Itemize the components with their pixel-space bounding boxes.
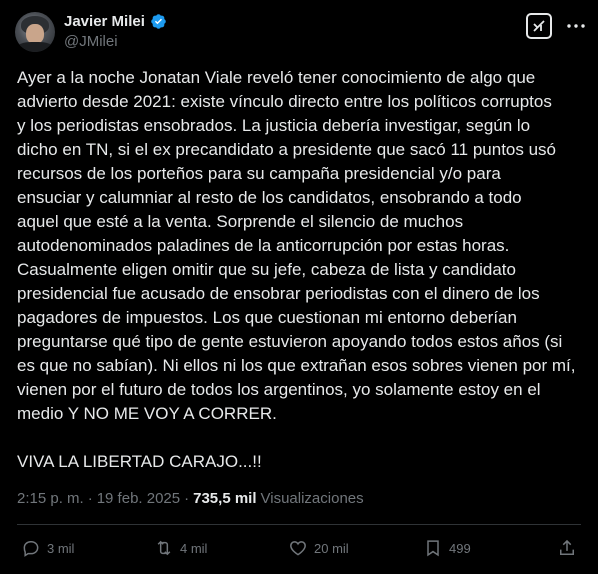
divider [17,524,581,525]
views-count: 735,5 mil [193,490,257,507]
meta-separator: · [87,490,93,507]
repost-icon [157,540,171,556]
reply-count: 3 mil [47,540,75,556]
share-icon [560,539,574,555]
avatar-suit [17,42,53,52]
bookmark-button[interactable]: 499 [423,538,471,558]
post-date[interactable]: 19 feb. 2025 [97,490,180,507]
author-name-row: Javier Milei [64,13,167,30]
like-icon [290,541,306,556]
reply-button[interactable]: 3 mil [21,538,74,558]
avatar-face [26,24,44,44]
bookmark-count: 499 [449,540,471,556]
verified-badge-icon [151,14,166,29]
repost-button[interactable]: 4 mil [154,538,207,558]
more-icon [567,24,585,28]
repost-count: 4 mil [180,540,208,556]
bookmark-icon [427,540,439,557]
post-meta: 2:15 p. m. · 19 feb. 2025 · 735,5 mil Vi… [17,490,364,507]
grok-icon [533,20,545,32]
author-display-name[interactable]: Javier Milei [64,13,145,30]
grok-button[interactable] [526,13,552,39]
action-bar: 3 mil 4 mil 20 mil 499 [0,538,598,562]
like-button[interactable]: 20 mil [288,538,349,558]
author-avatar[interactable] [15,12,55,52]
reply-icon [23,541,39,557]
post-text: Ayer a la noche Jonatan Viale reveló ten… [17,68,576,471]
post-time[interactable]: 2:15 p. m. [17,490,84,507]
share-button[interactable] [557,538,577,558]
views-label: Visualizaciones [260,490,364,507]
like-count: 20 mil [314,540,349,556]
more-options-button[interactable] [566,16,586,36]
meta-separator-2: · [184,490,190,507]
author-handle[interactable]: @JMilei [64,33,118,50]
